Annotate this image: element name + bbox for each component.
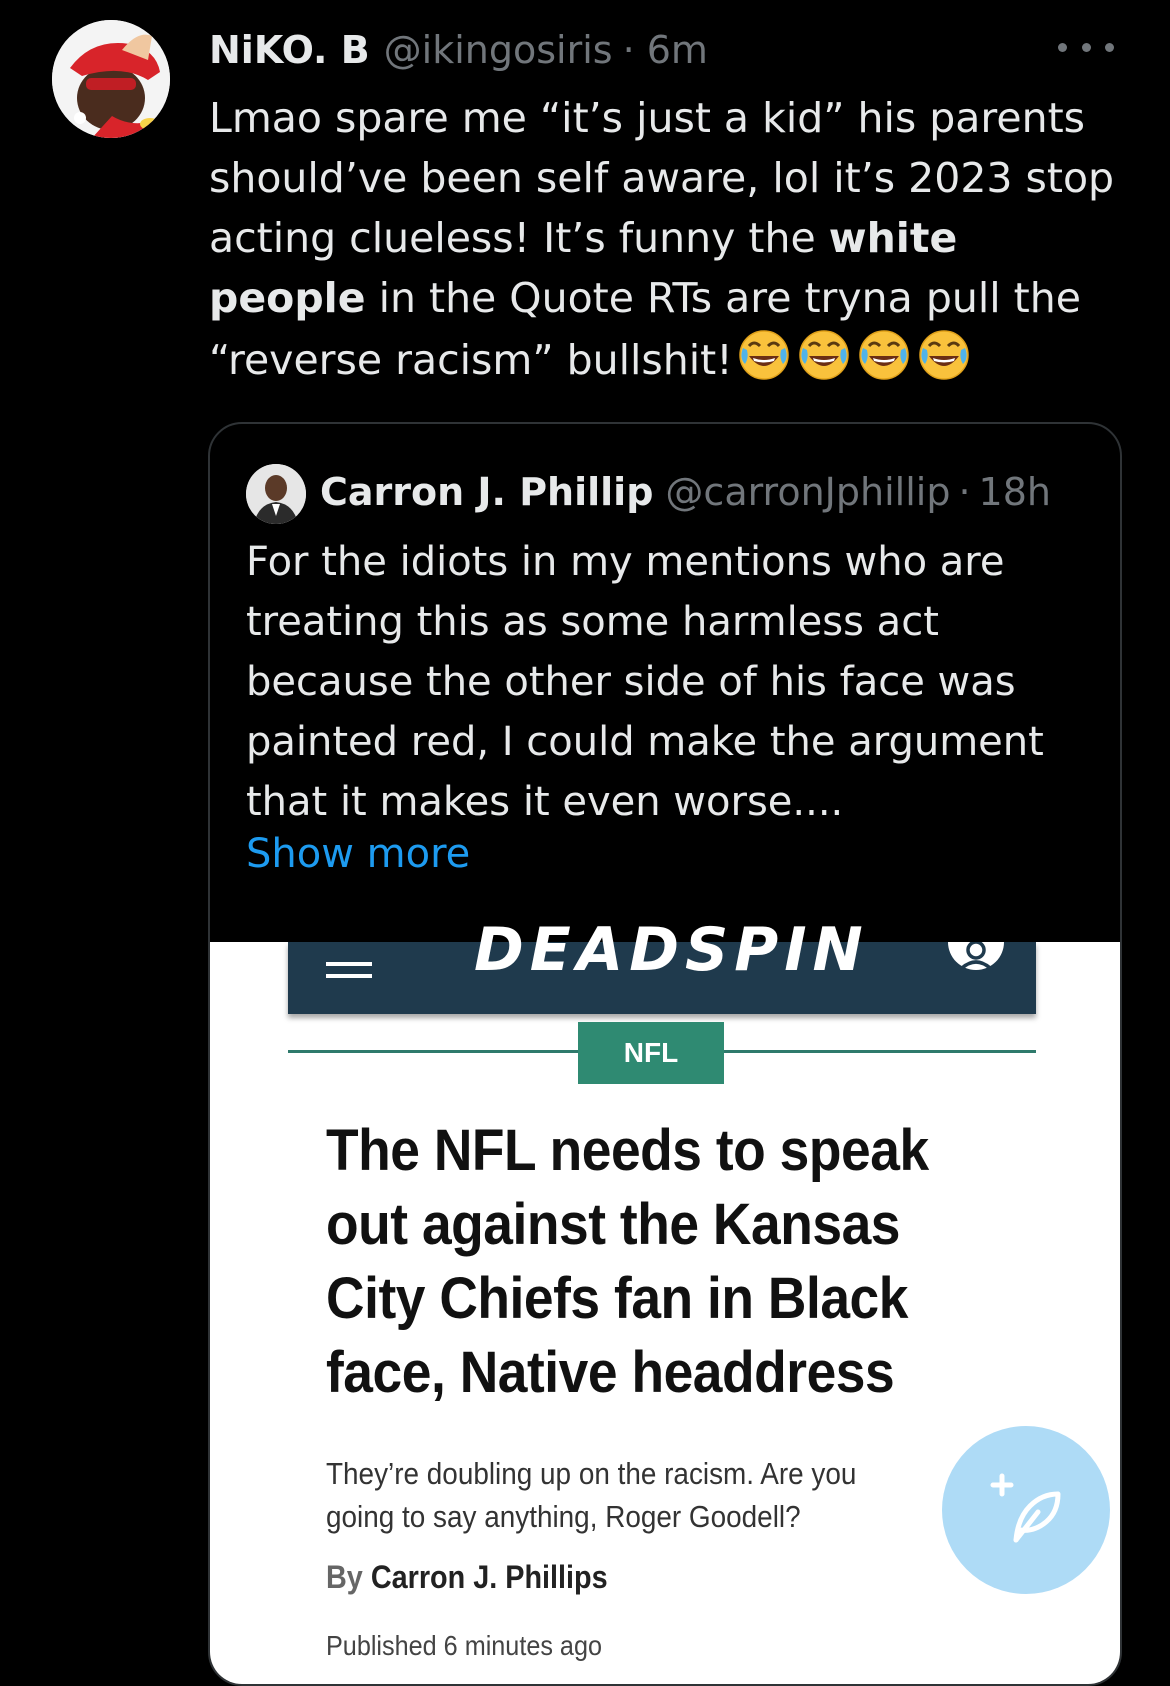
byline-prefix: By bbox=[326, 1559, 363, 1595]
compose-tweet-button[interactable] bbox=[942, 1426, 1110, 1594]
show-more-link[interactable]: Show more bbox=[246, 824, 470, 884]
header-separator: · bbox=[622, 28, 635, 72]
byline-author: Carron J. Phillips bbox=[370, 1559, 608, 1595]
quoted-author-handle[interactable]: @carronJphillip bbox=[665, 462, 950, 522]
tweet-timestamp[interactable]: 6m bbox=[647, 22, 708, 78]
author-handle[interactable]: @ikingosiris bbox=[384, 22, 613, 78]
deadspin-header-bar: DEADSPIN bbox=[288, 920, 1036, 1014]
face-with-tears-of-joy-icon bbox=[918, 330, 969, 380]
compose-tweet-icon bbox=[990, 1473, 1061, 1543]
article-headline: The NFL needs to speak out against the K… bbox=[326, 1118, 929, 1405]
emoji-group bbox=[737, 328, 977, 398]
tweet-text: Lmao spare me “it’s just a kid” his pare… bbox=[209, 88, 1119, 398]
hamburger-menu-icon bbox=[326, 962, 372, 978]
author-avatar[interactable] bbox=[52, 20, 170, 138]
author-name[interactable]: NiKO. B bbox=[209, 22, 370, 78]
quoted-tweet-timestamp[interactable]: 18h bbox=[979, 462, 1051, 522]
deadspin-logo: DEADSPIN bbox=[474, 915, 869, 985]
quoted-tweet-header: Carron J. Phillip @carronJphillip · 18h bbox=[320, 462, 1090, 522]
article-subheadline: They’re doubling up on the racism. Are y… bbox=[326, 1456, 857, 1534]
quoted-author-name[interactable]: Carron J. Phillip bbox=[320, 462, 653, 522]
article-byline: By Carron J. Phillips bbox=[326, 1556, 608, 1598]
more-horizontal-icon[interactable] bbox=[1058, 32, 1114, 62]
category-tag: NFL bbox=[578, 1022, 724, 1084]
tweet-header: NiKO. B @ikingosiris · 6m bbox=[209, 22, 708, 78]
article-published-time: Published 6 minutes ago bbox=[326, 1630, 602, 1661]
user-account-icon bbox=[948, 942, 1004, 970]
quoted-author-avatar[interactable] bbox=[246, 464, 306, 524]
face-with-tears-of-joy-icon bbox=[858, 330, 909, 380]
face-with-tears-of-joy-icon bbox=[798, 330, 849, 380]
tweet-text-part: Lmao spare me “it’s just a kid” his pare… bbox=[209, 94, 1128, 262]
quoted-header-separator: · bbox=[958, 470, 971, 514]
quoted-tweet-text: For the idiots in my mentions who are tr… bbox=[246, 539, 1044, 825]
face-with-tears-of-joy-icon bbox=[738, 330, 789, 380]
